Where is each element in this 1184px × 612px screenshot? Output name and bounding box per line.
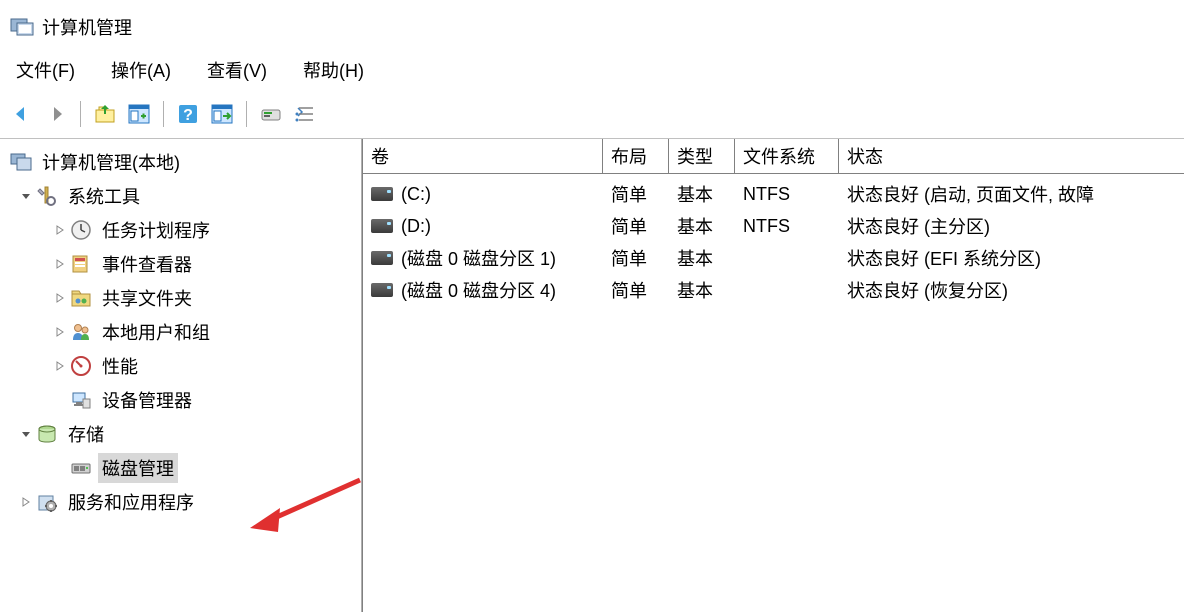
- volume-type: 基本: [669, 213, 735, 239]
- volume-status: 状态良好 (恢复分区): [839, 277, 1184, 303]
- help-button[interactable]: ?: [172, 98, 204, 130]
- volume-type: 基本: [669, 245, 735, 271]
- tree-root-label: 计算机管理(本地): [38, 147, 184, 177]
- volume-status: 状态良好 (EFI 系统分区): [839, 245, 1184, 271]
- tree-storage-label: 存储: [64, 419, 108, 449]
- expander-down-icon[interactable]: [18, 188, 34, 204]
- tree-shared-folders[interactable]: 共享文件夹: [6, 281, 361, 315]
- column-layout[interactable]: 布局: [603, 139, 669, 173]
- performance-icon: [70, 355, 92, 377]
- volume-fs: NTFS: [735, 216, 839, 237]
- shared-folder-icon: [70, 287, 92, 309]
- event-log-icon: [70, 253, 92, 275]
- expander-right-icon[interactable]: [52, 256, 68, 272]
- tree-pane: 计算机管理(本地) 系统工具 任务计划程序: [0, 139, 362, 612]
- titlebar: 计算机管理: [0, 0, 1184, 46]
- menu-file[interactable]: 文件(F): [10, 53, 81, 87]
- tree-event-viewer-label: 事件查看器: [98, 249, 196, 279]
- tree-task-scheduler[interactable]: 任务计划程序: [6, 213, 361, 247]
- column-volume[interactable]: 卷: [363, 139, 603, 173]
- tree-services-apps-label: 服务和应用程序: [64, 487, 198, 517]
- list-header: 卷 布局 类型 文件系统 状态: [363, 139, 1184, 174]
- drive-icon: [371, 251, 393, 265]
- tree-performance-label: 性能: [98, 351, 142, 381]
- back-button[interactable]: [6, 98, 38, 130]
- expander-down-icon[interactable]: [18, 426, 34, 442]
- volume-name: (D:): [401, 216, 431, 237]
- services-icon: [36, 491, 58, 513]
- toolbar-separator: [163, 101, 164, 127]
- tree-system-tools[interactable]: 系统工具: [6, 179, 361, 213]
- clock-icon: [70, 219, 92, 241]
- content-area: 计算机管理(本地) 系统工具 任务计划程序: [0, 139, 1184, 612]
- volume-status: 状态良好 (主分区): [839, 213, 1184, 239]
- tree-root[interactable]: 计算机管理(本地): [6, 145, 361, 179]
- volume-row[interactable]: (C:) 简单 基本 NTFS 状态良好 (启动, 页面文件, 故障: [363, 178, 1184, 210]
- svg-text:?: ?: [183, 107, 193, 124]
- users-icon: [70, 321, 92, 343]
- column-status[interactable]: 状态: [839, 139, 1184, 173]
- tree-event-viewer[interactable]: 事件查看器: [6, 247, 361, 281]
- volume-status: 状态良好 (启动, 页面文件, 故障: [839, 181, 1184, 207]
- app-icon: [10, 15, 34, 39]
- tree-device-manager-label: 设备管理器: [98, 385, 196, 415]
- list-button[interactable]: [289, 98, 321, 130]
- volume-layout: 简单: [603, 277, 669, 303]
- menubar: 文件(F) 操作(A) 查看(V) 帮助(H): [0, 46, 1184, 92]
- column-type[interactable]: 类型: [669, 139, 735, 173]
- column-filesystem[interactable]: 文件系统: [735, 139, 839, 173]
- toolbar-separator: [80, 101, 81, 127]
- volume-layout: 简单: [603, 181, 669, 207]
- volume-type: 基本: [669, 181, 735, 207]
- drive-icon: [371, 219, 393, 233]
- menu-view[interactable]: 查看(V): [201, 53, 273, 87]
- show-hide-console-tree-button[interactable]: [123, 98, 155, 130]
- expander-right-icon[interactable]: [52, 222, 68, 238]
- computer-management-icon: [10, 151, 32, 173]
- menu-action[interactable]: 操作(A): [105, 53, 177, 87]
- volume-name: (C:): [401, 184, 431, 205]
- tree-task-scheduler-label: 任务计划程序: [98, 215, 214, 245]
- toolbar-separator: [246, 101, 247, 127]
- tree-local-users[interactable]: 本地用户和组: [6, 315, 361, 349]
- device-manager-icon: [70, 389, 92, 411]
- list-body: (C:) 简单 基本 NTFS 状态良好 (启动, 页面文件, 故障 (D:) …: [363, 174, 1184, 612]
- tree-disk-management-label: 磁盘管理: [98, 453, 178, 483]
- tree-system-tools-label: 系统工具: [64, 181, 144, 211]
- volume-row[interactable]: (D:) 简单 基本 NTFS 状态良好 (主分区): [363, 210, 1184, 242]
- tree-storage[interactable]: 存储: [6, 417, 361, 451]
- up-button[interactable]: [89, 98, 121, 130]
- tree-disk-management[interactable]: 磁盘管理: [6, 451, 361, 485]
- expander-right-icon[interactable]: [52, 290, 68, 306]
- volume-fs: NTFS: [735, 184, 839, 205]
- tree-services-apps[interactable]: 服务和应用程序: [6, 485, 361, 519]
- volume-type: 基本: [669, 277, 735, 303]
- tree-shared-folders-label: 共享文件夹: [98, 283, 196, 313]
- refresh-button[interactable]: [255, 98, 287, 130]
- drive-icon: [371, 283, 393, 297]
- volume-name: (磁盘 0 磁盘分区 1): [401, 245, 556, 271]
- menu-help[interactable]: 帮助(H): [297, 53, 370, 87]
- volume-list-pane: 卷 布局 类型 文件系统 状态 (C:) 简单 基本 NTFS 状态良好 (启动…: [362, 139, 1184, 612]
- volume-row[interactable]: (磁盘 0 磁盘分区 4) 简单 基本 状态良好 (恢复分区): [363, 274, 1184, 306]
- disk-management-icon: [70, 457, 92, 479]
- expander-right-icon[interactable]: [52, 358, 68, 374]
- tree-device-manager[interactable]: 设备管理器: [6, 383, 361, 417]
- volume-layout: 简单: [603, 245, 669, 271]
- tree-performance[interactable]: 性能: [6, 349, 361, 383]
- properties-button[interactable]: [206, 98, 238, 130]
- tree-local-users-label: 本地用户和组: [98, 317, 214, 347]
- toolbar: ?: [0, 92, 1184, 139]
- computer-management-window: 计算机管理 文件(F) 操作(A) 查看(V) 帮助(H): [0, 0, 1184, 612]
- volume-name: (磁盘 0 磁盘分区 4): [401, 277, 556, 303]
- volume-layout: 简单: [603, 213, 669, 239]
- expander-right-icon[interactable]: [52, 324, 68, 340]
- forward-button[interactable]: [40, 98, 72, 130]
- volume-row[interactable]: (磁盘 0 磁盘分区 1) 简单 基本 状态良好 (EFI 系统分区): [363, 242, 1184, 274]
- window-title: 计算机管理: [42, 14, 132, 40]
- storage-icon: [36, 423, 58, 445]
- expander-right-icon[interactable]: [18, 494, 34, 510]
- drive-icon: [371, 187, 393, 201]
- tools-icon: [36, 185, 58, 207]
